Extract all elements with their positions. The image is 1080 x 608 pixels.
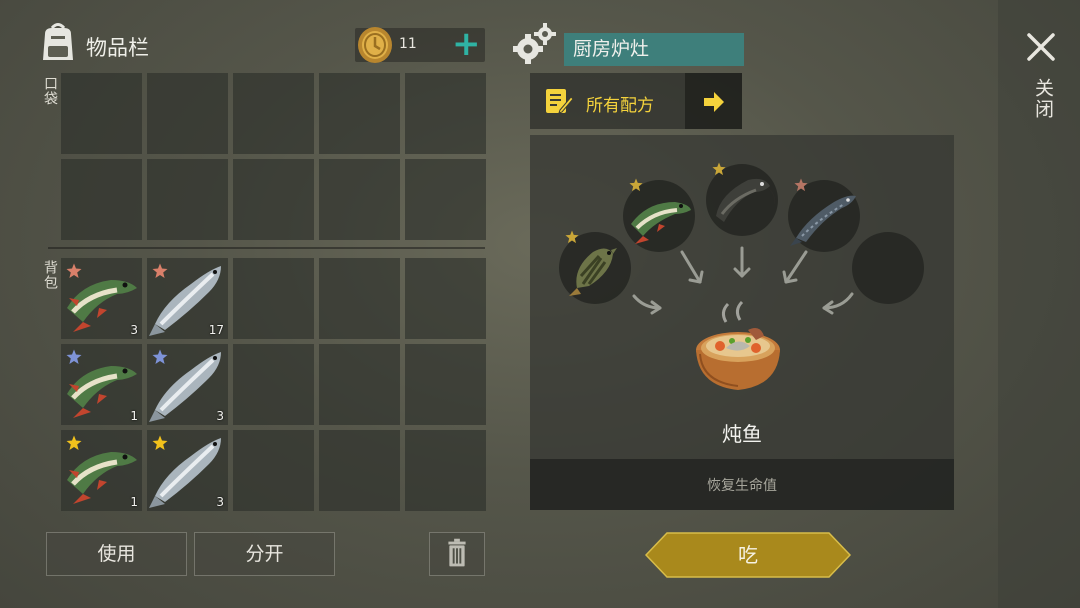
fish-stew-icon	[696, 300, 780, 390]
gear-icon	[513, 23, 556, 64]
dish-effect: 恢复生命值	[707, 478, 777, 494]
pocket-slot[interactable]	[319, 73, 400, 154]
item-count: 3	[216, 495, 224, 509]
gold-star-icon	[712, 162, 726, 176]
backpack-slot-salmon[interactable]: 17	[147, 258, 228, 339]
pocket-label: 口袋	[42, 76, 58, 106]
close-label[interactable]: 关闭	[1030, 78, 1057, 120]
silver-star-icon	[66, 349, 82, 364]
backpack-slot-empty[interactable]	[405, 258, 486, 339]
gold-star-icon	[629, 178, 643, 192]
pocket-slot[interactable]	[405, 73, 486, 154]
dish-name: 炖鱼	[722, 422, 762, 446]
recipe-list-icon	[546, 89, 574, 114]
backpack-slot-salmon[interactable]: 3	[147, 344, 228, 425]
pocket-slot[interactable]	[147, 73, 228, 154]
gold-star-icon	[66, 435, 82, 450]
backpack-slot-empty[interactable]	[233, 344, 314, 425]
pocket-slot[interactable]	[147, 159, 228, 240]
eat-button-label: 吃	[738, 543, 758, 567]
coin-count: 11	[399, 36, 417, 52]
backpack-slot-empty[interactable]	[319, 344, 400, 425]
backpack-slot-empty[interactable]	[405, 344, 486, 425]
add-coins-plus-icon[interactable]: +	[452, 27, 481, 61]
close-icon[interactable]	[1024, 30, 1058, 64]
item-count: 1	[130, 409, 138, 423]
pocket-slot[interactable]	[319, 159, 400, 240]
pocket-slot[interactable]	[61, 73, 142, 154]
coin-icon	[358, 27, 392, 63]
silver-star-icon	[152, 349, 168, 364]
pocket-grid	[61, 73, 486, 240]
split-button[interactable]: 分开	[194, 532, 335, 576]
trash-icon	[448, 538, 466, 567]
inventory-title: 物品栏	[86, 36, 149, 60]
item-count: 1	[130, 495, 138, 509]
pocket-slot[interactable]	[233, 159, 314, 240]
ingredient-slot-empty[interactable]	[852, 232, 924, 304]
item-count: 3	[216, 409, 224, 423]
backpack-slot-empty[interactable]	[319, 430, 400, 511]
section-divider	[48, 247, 485, 249]
item-count: 17	[208, 323, 224, 337]
ingredient-slot[interactable]	[706, 162, 778, 236]
gold-star-icon	[565, 230, 579, 244]
backpack-slot-empty[interactable]	[233, 430, 314, 511]
pocket-slot[interactable]	[61, 159, 142, 240]
backpack-icon	[43, 23, 73, 60]
backpack-slot-pike[interactable]: 1	[61, 344, 142, 425]
pocket-slot[interactable]	[405, 159, 486, 240]
backpack-grid: 3 17 1 3 1 3	[61, 258, 486, 511]
backpack-slot-empty[interactable]	[405, 430, 486, 511]
station-name-field: 厨房炉灶	[564, 33, 744, 66]
backpack-slot-empty[interactable]	[319, 258, 400, 339]
all-recipes-label: 所有配方	[586, 96, 654, 116]
bronze-star-icon	[152, 263, 168, 278]
backpack-slot-salmon[interactable]: 3	[147, 430, 228, 511]
bronze-star-icon	[794, 178, 808, 192]
gold-star-icon	[152, 435, 168, 450]
backpack-slot-pike[interactable]: 1	[61, 430, 142, 511]
backpack-label: 背包	[42, 260, 58, 290]
bronze-star-icon	[66, 263, 82, 278]
pocket-slot[interactable]	[233, 73, 314, 154]
item-count: 3	[130, 323, 138, 337]
arrow-right-icon	[704, 92, 724, 112]
backpack-slot-empty[interactable]	[233, 258, 314, 339]
discard-button[interactable]	[429, 532, 485, 576]
backpack-slot-pike[interactable]: 3	[61, 258, 142, 339]
use-button[interactable]: 使用	[46, 532, 187, 576]
